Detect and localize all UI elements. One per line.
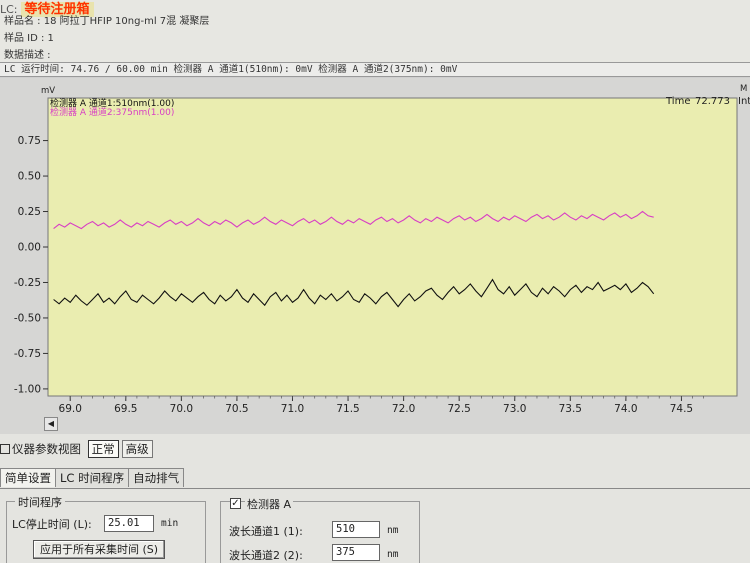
view-bar-label: 仪器参数视图 [12, 442, 81, 456]
detector-checkbox[interactable]: ✓ [230, 498, 241, 509]
channel2-label: 波长通道2 (2): [229, 549, 303, 562]
normal-mode-button[interactable]: 正常 [87, 440, 119, 458]
tab-lc-time-program[interactable]: LC 时间程序 [55, 468, 130, 487]
y-unit-label: mV [41, 86, 55, 96]
channel1-label: 波长通道1 (1): [229, 525, 303, 538]
x-tick-label: 72.0 [392, 403, 415, 415]
time-value: 72.773 [695, 96, 730, 107]
tab-content: 时间程序 LC停止时间 (L): 25.01 min 应用于所有采集时间 (S)… [0, 488, 750, 563]
int-label: Int [738, 96, 750, 107]
sample-name: 样品名 : 18 阿拉丁HFIP 10ng-ml 7混 凝聚层 [4, 16, 210, 27]
y-tick-label: -1.00 [14, 383, 41, 395]
x-tick-label: 71.5 [336, 403, 359, 415]
corner-label: M [740, 84, 747, 94]
instrument-parameter-panel: 仪器参数视图 正常 高级 简单设置 LC 时间程序 自动排气 时间程序 LC停止时间 … [0, 434, 750, 563]
y-tick-label: 0.00 [18, 242, 41, 254]
x-tick-label: 69.5 [114, 403, 137, 415]
y-tick-label: -0.50 [14, 312, 41, 324]
y-tick-label: -0.25 [14, 277, 41, 289]
panel-toggle-icon[interactable] [0, 444, 10, 454]
channel2-wavelength-input[interactable]: 375 [332, 544, 380, 561]
tab-simple-settings[interactable]: 简单设置 [0, 468, 56, 487]
y-tick-label: -0.75 [14, 348, 41, 360]
x-tick-label: 70.5 [225, 403, 248, 415]
x-tick-label: 73.5 [559, 403, 582, 415]
y-tick-label: 0.50 [18, 171, 41, 183]
scroll-left-arrow-icon[interactable]: ◀ [44, 417, 58, 431]
channel1-wavelength-input[interactable]: 510 [332, 521, 380, 538]
time-label: Time [665, 96, 690, 107]
stop-time-input[interactable]: 25.01 [104, 515, 154, 532]
apply-all-button[interactable]: 应用于所有采集时间 (S) [33, 540, 166, 559]
x-tick-label: 71.0 [281, 403, 304, 415]
lc-run-status-bar: LC 运行时间: 74.76 / 60.00 min 检测器 A 通道1(510… [0, 62, 750, 77]
sample-info-panel: LC: 等待注册箱 样品名 : 18 阿拉丁HFIP 10ng-ml 7混 凝聚层… [0, 0, 750, 62]
channel1-unit: nm [387, 525, 399, 536]
stop-time-label: LC停止时间 (L): [12, 518, 92, 531]
lc-status-line: LC: 等待注册箱 [0, 0, 94, 17]
detector-title: 检测器 A [245, 496, 294, 512]
tab-auto-purge[interactable]: 自动排气 [128, 468, 185, 487]
x-tick-label: 72.5 [447, 403, 470, 415]
sample-id: 样品 ID : 1 [4, 33, 54, 44]
x-tick-label: 73.0 [503, 403, 526, 415]
chromatogram-panel[interactable]: 0.75 0.50 0.25 0.00 -0.25 -0.50 -0.75 -1.00 69.0… [0, 78, 750, 434]
y-tick-label: 0.25 [18, 206, 41, 218]
stop-time-unit: min [161, 518, 179, 529]
legend-label-2: 检测器 A 通道2:375nm(1.00) [50, 106, 174, 118]
plot-area [47, 97, 738, 397]
data-description: 数据描述 : [4, 50, 51, 61]
x-tick-label: 74.5 [670, 403, 693, 415]
advanced-mode-button[interactable]: 高级 [121, 440, 153, 458]
y-tick-label: 0.75 [18, 135, 41, 147]
parameter-tabs: 简单设置 LC 时间程序 自动排气 [0, 468, 185, 488]
time-program-title: 时间程序 [15, 494, 65, 510]
channel2-unit: nm [387, 549, 399, 560]
x-tick-label: 70.0 [170, 403, 193, 415]
chromatogram-chart[interactable]: 0.75 0.50 0.25 0.00 -0.25 -0.50 -0.75 -1.00 69.0… [0, 78, 750, 434]
view-bar: 仪器参数视图 正常 高级 [0, 440, 153, 458]
x-tick-label: 69.0 [59, 403, 82, 415]
x-tick-label: 74.0 [614, 403, 637, 415]
